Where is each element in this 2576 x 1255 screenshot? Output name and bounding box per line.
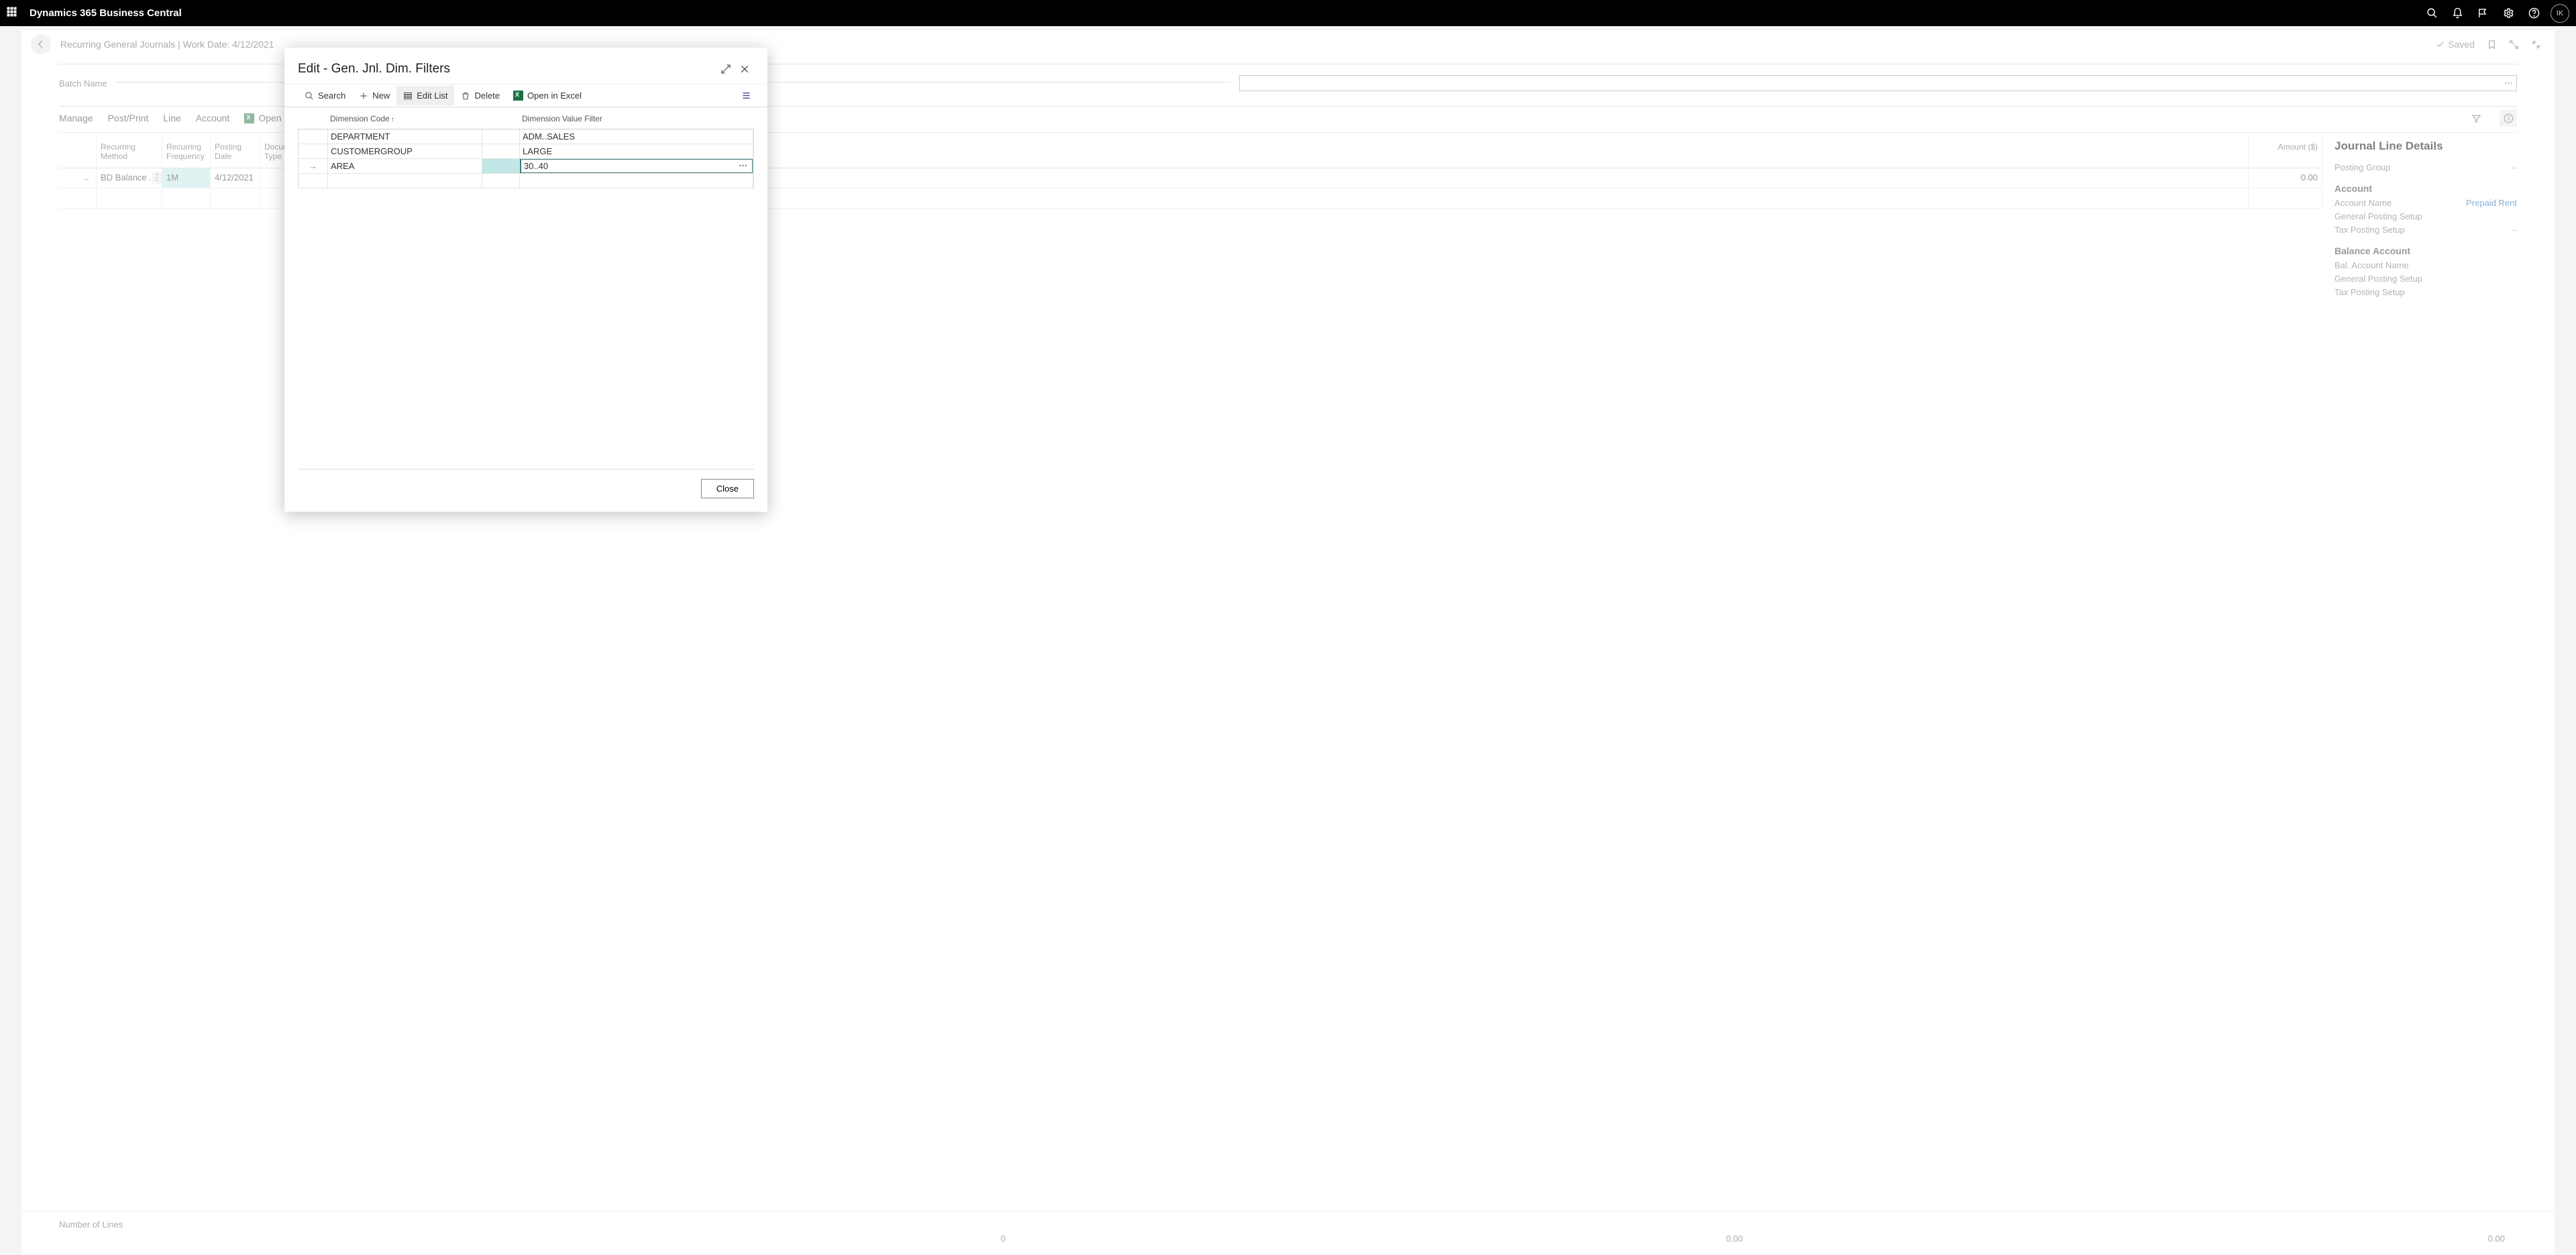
app-launcher-icon[interactable] <box>7 7 20 20</box>
delete-button[interactable]: Delete <box>454 86 506 105</box>
dim-filter-row[interactable]: CUSTOMERGROUP LARGE <box>299 144 753 159</box>
modal-header: Edit - Gen. Jnl. Dim. Filters <box>284 48 767 84</box>
search-button[interactable]: Search <box>298 86 352 105</box>
dim-code-cell[interactable]: CUSTOMERGROUP <box>328 144 482 158</box>
dim-filter-row[interactable]: → AREA 30..40⋯ <box>299 159 753 174</box>
modal-title: Edit - Gen. Jnl. Dim. Filters <box>298 62 450 76</box>
list-view-icon[interactable] <box>738 88 754 104</box>
col-dimension-code[interactable]: Dimension Code↑ <box>327 114 482 123</box>
dim-value-cell[interactable]: ADM..SALES <box>520 129 753 144</box>
bell-icon[interactable] <box>2445 1 2470 26</box>
help-icon[interactable] <box>2521 1 2546 26</box>
app-header: Dynamics 365 Business Central IK <box>0 0 2576 26</box>
close-button[interactable]: Close <box>701 479 754 498</box>
edit-list-button[interactable]: Edit List <box>396 86 454 105</box>
product-name: Dynamics 365 Business Central <box>30 7 182 19</box>
modal-toolbar: Search New Edit List Delete Open in Exce… <box>284 84 767 107</box>
close-icon[interactable] <box>735 60 754 78</box>
dim-filter-row[interactable]: DEPARTMENT ADM..SALES <box>299 129 753 144</box>
dim-value-cell-editing[interactable]: 30..40⋯ <box>520 159 753 173</box>
new-button[interactable]: New <box>352 86 396 105</box>
dim-value-cell[interactable]: LARGE <box>520 144 753 158</box>
open-excel-button[interactable]: Open in Excel <box>506 86 588 105</box>
avatar-initials: IK <box>2557 9 2563 17</box>
avatar[interactable]: IK <box>2551 4 2569 23</box>
row-indicator-icon: → <box>309 161 317 171</box>
modal-grid-header: Dimension Code↑ Dimension Value Filter <box>298 107 754 129</box>
dim-code-cell[interactable]: AREA <box>328 159 482 173</box>
flag-icon[interactable] <box>2470 1 2496 26</box>
col-dimension-value-filter[interactable]: Dimension Value Filter <box>519 114 754 123</box>
expand-icon[interactable] <box>716 60 735 78</box>
dim-code-cell[interactable]: DEPARTMENT <box>328 129 482 144</box>
sort-asc-icon: ↑ <box>391 116 394 123</box>
search-icon[interactable] <box>2419 1 2445 26</box>
gear-icon[interactable] <box>2496 1 2521 26</box>
lookup-icon[interactable]: ⋯ <box>739 160 748 171</box>
modal-footer: Close <box>284 470 767 512</box>
edit-dim-filters-modal: Edit - Gen. Jnl. Dim. Filters Search New… <box>284 48 767 512</box>
dim-filter-empty-row[interactable] <box>299 174 753 188</box>
modal-grid-rows: DEPARTMENT ADM..SALES CUSTOMERGROUP LARG… <box>298 129 754 188</box>
excel-icon <box>513 91 523 101</box>
